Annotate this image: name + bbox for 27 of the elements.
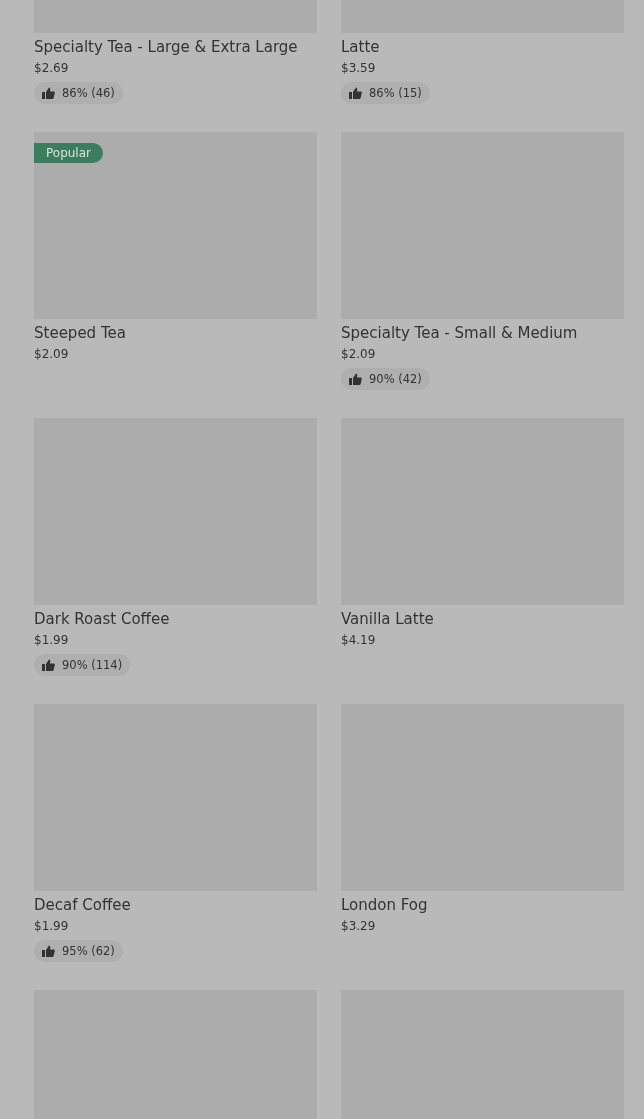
item-name[interactable]: Latte: [341, 37, 380, 57]
item-price: $3.29: [341, 918, 376, 935]
thumbs-up-icon: [349, 373, 362, 385]
rating-text: 90% (114): [62, 657, 123, 673]
item-name[interactable]: Specialty Tea - Large & Extra Large: [34, 37, 298, 57]
item-price: $3.59: [341, 60, 376, 77]
thumbs-up-icon: [42, 659, 55, 671]
item-name[interactable]: London Fog: [341, 895, 428, 915]
rating-text: 86% (15): [369, 85, 422, 101]
rating-text: 86% (46): [62, 85, 115, 101]
item-name[interactable]: Dark Roast Coffee: [34, 609, 170, 629]
item-name[interactable]: Vanilla Latte: [341, 609, 434, 629]
rating-text: 95% (62): [62, 943, 115, 959]
item-name[interactable]: Specialty Tea - Small & Medium: [341, 323, 578, 343]
item-price: $4.19: [341, 632, 376, 649]
thumbs-up-icon: [42, 87, 55, 99]
item-name[interactable]: Decaf Coffee: [34, 895, 131, 915]
popular-badge: Popular: [34, 143, 103, 163]
item-price: $1.99: [34, 632, 69, 649]
item-price: $2.09: [34, 346, 69, 363]
item-name[interactable]: Steeped Tea: [34, 323, 126, 343]
item-price: $1.99: [34, 918, 69, 935]
thumbs-up-icon: [349, 87, 362, 99]
item-price: $2.69: [34, 60, 69, 77]
rating-text: 90% (42): [369, 371, 422, 387]
item-price: $2.09: [341, 346, 376, 363]
thumbs-up-icon: [42, 945, 55, 957]
